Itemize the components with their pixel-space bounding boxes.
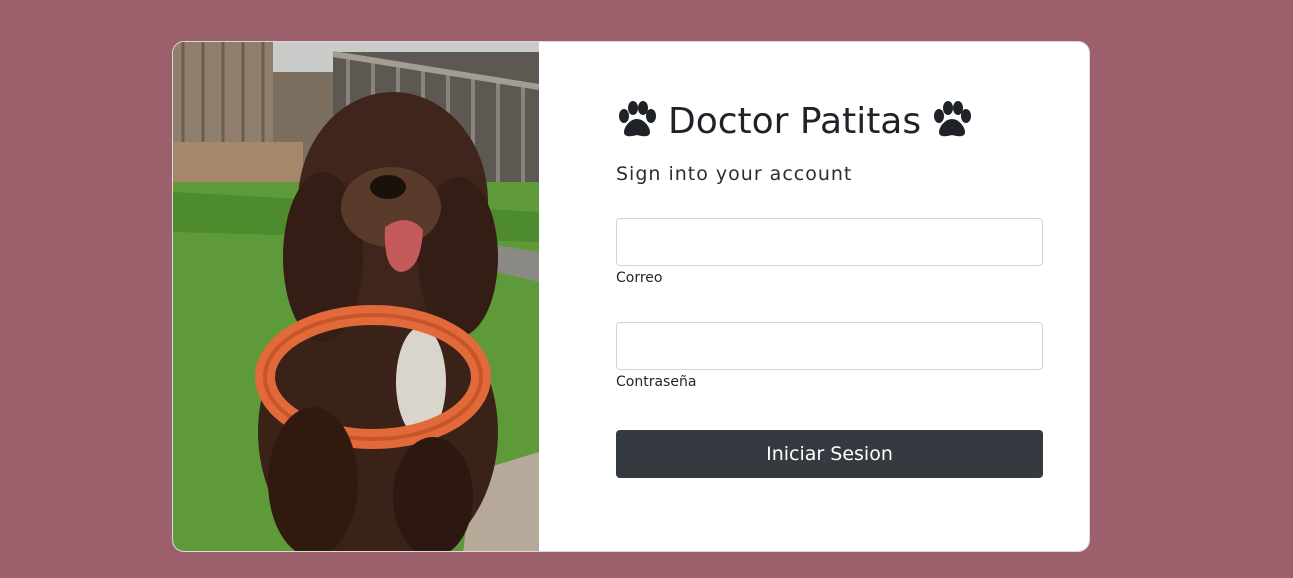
page-title: Doctor Patitas — [616, 98, 973, 144]
password-label: Contraseña — [616, 374, 697, 390]
login-form: Doctor Patitas Sign into your account Co… — [616, 42, 1046, 551]
dog-photo — [173, 42, 539, 551]
email-field[interactable] — [616, 218, 1043, 266]
email-label: Correo — [616, 270, 663, 286]
login-button[interactable]: Iniciar Sesion — [616, 430, 1043, 478]
subtitle: Sign into your account — [616, 163, 853, 185]
app-title: Doctor Patitas — [668, 100, 922, 142]
paw-icon — [934, 101, 972, 137]
password-field[interactable] — [616, 322, 1043, 370]
paw-icon — [619, 101, 656, 137]
login-card: Doctor Patitas Sign into your account Co… — [172, 41, 1090, 552]
